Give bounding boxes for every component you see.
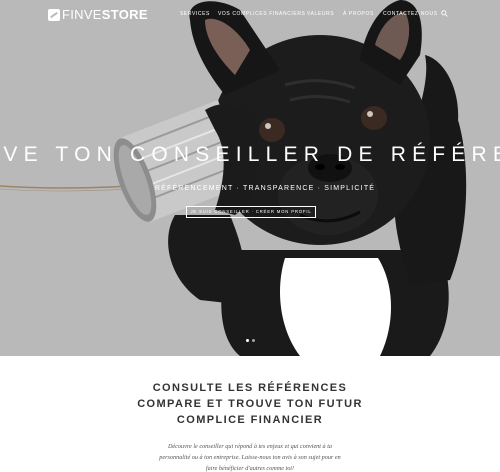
intro-title-line-2: compare et trouve ton futur <box>137 398 363 410</box>
intro-body-line-2: personnalité ou à ton entreprise. Laisse… <box>159 454 341 461</box>
nav-item-services[interactable]: Services <box>180 11 210 17</box>
site-header: FINVESTORE Services Vos complices financ… <box>0 0 500 30</box>
advisor-signup-button[interactable]: Je suis conseiller · Créer mon profil <box>186 206 316 218</box>
search-icon[interactable] <box>441 10 448 17</box>
slider-dots <box>246 339 255 342</box>
nav-item-valeurs[interactable]: Valeurs <box>307 11 334 17</box>
hero-headline: UVE TON CONSEILLER DE RÉFÉREN <box>0 143 500 166</box>
main-nav: Services Vos complices financiers Valeur… <box>0 11 500 19</box>
nav-item-a-propos[interactable]: À propos <box>343 11 374 17</box>
slider-dot-2[interactable] <box>252 339 255 342</box>
intro-body-line-1: Découvre le conseiller qui répond à tes … <box>167 443 333 450</box>
intro-description: Découvre le conseiller qui répond à tes … <box>150 441 350 472</box>
nav-item-vos-complices-financiers[interactable]: Vos complices financiers <box>218 11 305 17</box>
dog-with-tin-can-illustration <box>0 0 467 356</box>
hero-banner: FINVESTORE Services Vos complices financ… <box>0 0 500 356</box>
hero-tagline: Référencement · Transparence · Simplicit… <box>154 185 376 192</box>
intro-title-line-1: Consulte les références <box>152 382 348 394</box>
nav-item-contactez-nous[interactable]: Contactez-nous <box>383 11 438 17</box>
intro-body-line-3: faire bénéficier d'autres comme toi! <box>205 465 295 472</box>
slider-dot-1[interactable] <box>246 339 249 342</box>
intro-title-line-3: complice financier <box>176 414 324 426</box>
intro-title: Consulte les références compare et trouv… <box>0 380 500 428</box>
